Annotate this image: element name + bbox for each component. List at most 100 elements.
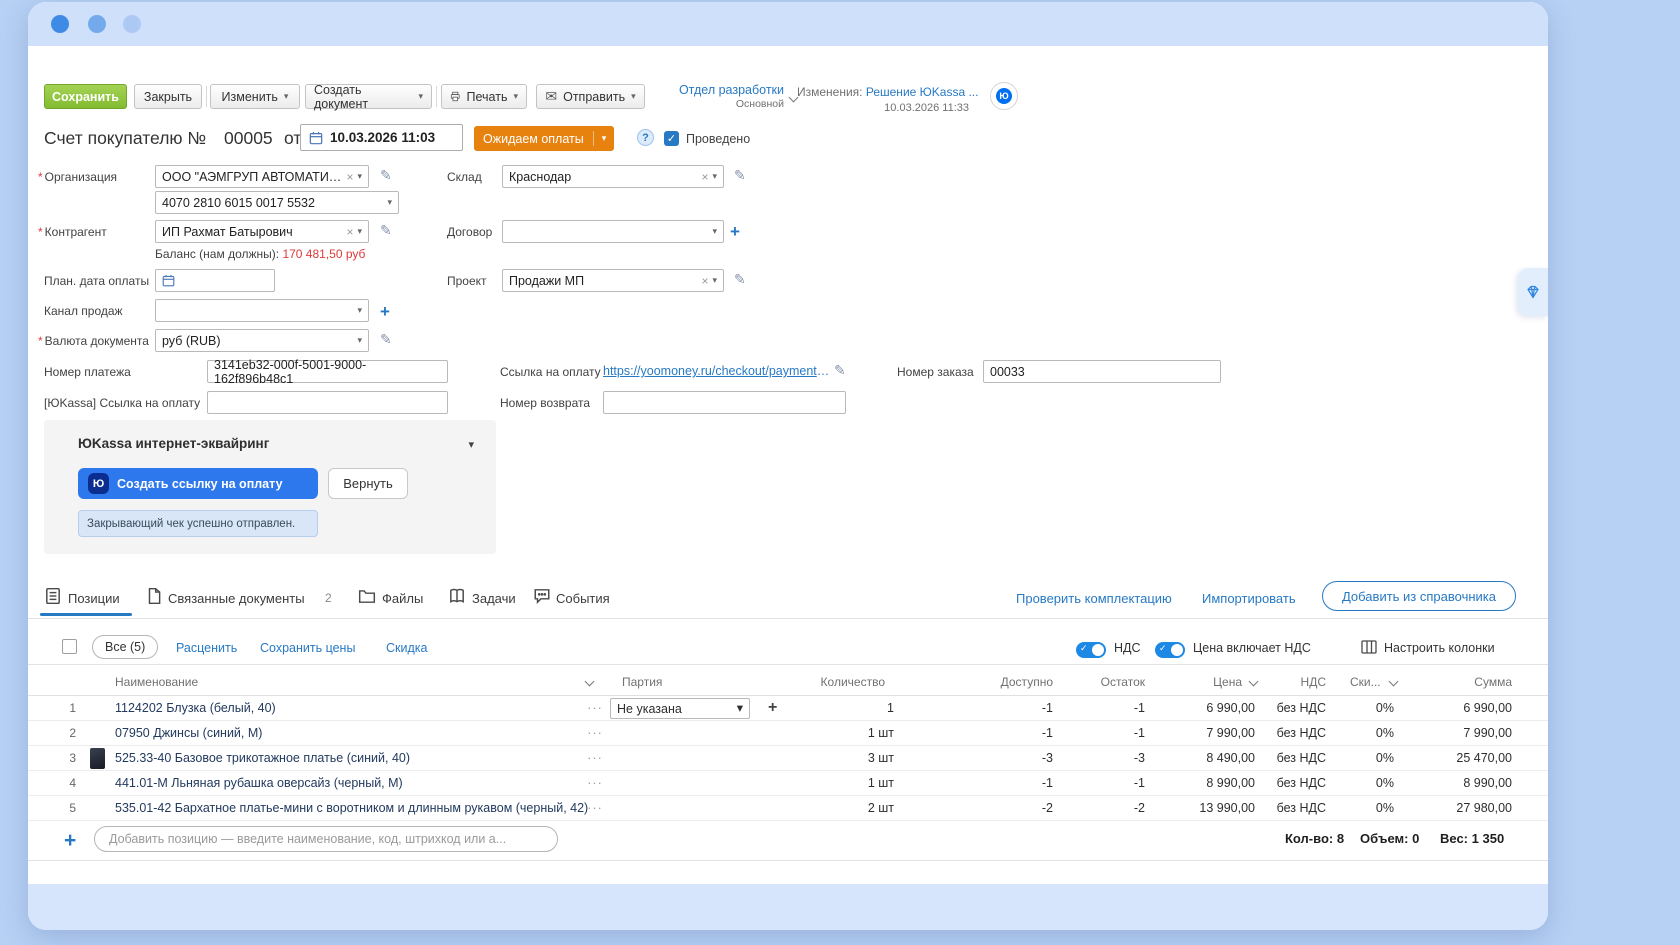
sort-chevron-icon[interactable] <box>1388 676 1399 687</box>
pencil-icon[interactable]: ✎ <box>380 167 392 184</box>
table-row[interactable]: 3 525.33-40 Базовое трикотажное платье (… <box>28 746 1548 771</box>
tab-linked-documents[interactable]: Связанные документы <box>168 591 305 606</box>
sales-channel-select[interactable]: ▾ <box>155 299 369 322</box>
row-menu-button[interactable]: ··· <box>580 751 610 765</box>
save-button[interactable]: Сохранить <box>44 84 127 109</box>
add-batch-button[interactable]: + <box>768 699 777 717</box>
column-quantity[interactable]: Количество <box>785 675 885 689</box>
vat-toggle[interactable]: ✓ <box>1076 642 1106 658</box>
discount-link[interactable]: Скидка <box>386 641 427 655</box>
column-batch[interactable]: Партия <box>622 675 662 689</box>
row-menu-button[interactable]: ··· <box>580 726 610 740</box>
caret-down-icon[interactable]: ▾ <box>712 172 717 181</box>
clear-icon[interactable]: × <box>701 170 708 184</box>
cell-discount[interactable]: 0% <box>1334 726 1394 740</box>
row-name-link[interactable]: 525.33-40 Базовое трикотажное платье (си… <box>115 751 410 765</box>
add-position-input[interactable] <box>94 826 558 852</box>
reprice-link[interactable]: Расценить <box>176 641 237 655</box>
row-menu-button[interactable]: ··· <box>580 776 610 790</box>
table-row[interactable]: 2 07950 Джинсы (синий, М) ··· 1 шт -1 -1… <box>28 721 1548 746</box>
department-link[interactable]: Отдел разработки <box>678 83 784 97</box>
yookassa-link-input[interactable] <box>207 391 448 414</box>
save-prices-link[interactable]: Сохранить цены <box>260 641 355 655</box>
pencil-icon[interactable]: ✎ <box>734 271 746 288</box>
currency-select[interactable]: руб (RUB) ▾ <box>155 329 369 352</box>
pencil-icon[interactable]: ✎ <box>734 167 746 184</box>
sort-chevron-icon[interactable] <box>584 676 595 687</box>
cell-discount[interactable]: 0% <box>1334 701 1394 715</box>
product-thumbnail[interactable] <box>90 748 105 769</box>
cell-vat[interactable]: без НДС <box>1236 776 1326 790</box>
contract-select[interactable]: ▾ <box>502 220 724 243</box>
add-position-button[interactable]: + <box>64 830 76 851</box>
column-available[interactable]: Доступно <box>953 675 1053 689</box>
create-document-button[interactable]: Создать документ ▾ <box>305 83 432 111</box>
add-from-catalog-button[interactable]: Добавить из справочника <box>1322 581 1516 611</box>
tab-tasks[interactable]: Задачи <box>472 591 516 606</box>
plan-date-input[interactable] <box>155 269 275 292</box>
row-name-link[interactable]: 1124202 Блузка (белый, 40) <box>115 701 276 715</box>
table-row[interactable]: 4 441.01-М Льняная рубашка оверсайз (чер… <box>28 771 1548 796</box>
caret-down-icon[interactable]: ▾ <box>387 198 392 207</box>
row-name-link[interactable]: 07950 Джинсы (синий, М) <box>115 726 262 740</box>
row-name-link[interactable]: 441.01-М Льняная рубашка оверсайз (черны… <box>115 776 403 790</box>
clear-icon[interactable]: × <box>346 170 353 184</box>
add-channel-button[interactable]: + <box>380 303 390 320</box>
cell-quantity[interactable]: 3 шт <box>794 751 894 765</box>
price-includes-vat-toggle[interactable]: ✓ <box>1155 642 1185 658</box>
account-select[interactable]: 4070 2810 6015 0017 5532 ▾ <box>155 191 399 214</box>
refund-button[interactable]: Вернуть <box>328 468 408 499</box>
status-badge[interactable]: Ожидаем оплаты ▾ <box>474 126 615 151</box>
clear-icon[interactable]: × <box>346 225 353 239</box>
caret-down-icon[interactable]: ▾ <box>357 306 362 315</box>
row-menu-button[interactable]: ··· <box>580 801 610 815</box>
add-contract-button[interactable]: + <box>730 223 740 240</box>
row-name-link[interactable]: 535.01-42 Бархатное платье-мини с воротн… <box>115 801 588 815</box>
column-discount[interactable]: Ски... <box>1350 675 1381 689</box>
column-price[interactable]: Цена <box>1142 675 1242 689</box>
cell-quantity[interactable]: 1 шт <box>794 726 894 740</box>
order-number-input[interactable]: 00033 <box>983 360 1221 383</box>
pencil-icon[interactable]: ✎ <box>380 222 392 239</box>
widget-side-tab[interactable] <box>1518 268 1548 316</box>
document-date-input[interactable]: 10.03.2026 11:03 <box>300 124 463 151</box>
project-select[interactable]: Продажи МП × ▾ <box>502 269 724 292</box>
cell-discount[interactable]: 0% <box>1334 801 1394 815</box>
tab-events[interactable]: События <box>556 591 610 606</box>
changes-link[interactable]: Решение ЮKassa ... <box>866 85 979 99</box>
import-link[interactable]: Импортировать <box>1202 591 1296 606</box>
caret-down-icon[interactable]: ▾ <box>712 276 717 285</box>
pencil-icon[interactable]: ✎ <box>834 362 846 379</box>
cell-vat[interactable]: без НДС <box>1236 701 1326 715</box>
cell-vat[interactable]: без НДС <box>1236 801 1326 815</box>
send-button[interactable]: ✉ Отправить ▾ <box>536 84 645 109</box>
collapse-icon[interactable]: ▾ <box>468 440 474 451</box>
warehouse-select[interactable]: Краснодар × ▾ <box>502 165 724 188</box>
window-dot-2[interactable] <box>88 15 106 33</box>
caret-down-icon[interactable]: ▾ <box>712 227 717 236</box>
window-dot-3[interactable] <box>123 15 141 33</box>
posted-checkbox[interactable]: ✓ <box>664 131 679 146</box>
tab-files[interactable]: Файлы <box>382 591 423 606</box>
payment-number-input[interactable]: 3141eb32-000f-5001-9000-162f896b48c1 <box>207 358 448 386</box>
window-dot-1[interactable] <box>51 15 69 33</box>
print-button[interactable]: Печать ▾ <box>441 84 527 109</box>
cell-quantity[interactable]: 1 <box>794 701 894 715</box>
tab-positions[interactable]: Позиции <box>68 591 120 606</box>
filter-all-chip[interactable]: Все (5) <box>92 635 159 659</box>
row-menu-button[interactable]: ··· <box>580 701 610 715</box>
help-icon[interactable]: ? <box>637 129 654 146</box>
create-payment-link-button[interactable]: Ю Создать ссылку на оплату <box>78 468 318 499</box>
clear-icon[interactable]: × <box>701 274 708 288</box>
caret-down-icon[interactable]: ▾ <box>357 172 362 181</box>
refund-number-input[interactable] <box>603 391 846 414</box>
column-name[interactable]: Наименование <box>115 675 198 689</box>
contragent-select[interactable]: ИП Рахмат Батырович × ▾ <box>155 220 369 243</box>
table-row[interactable]: 5 535.01-42 Бархатное платье-мини с воро… <box>28 796 1548 821</box>
configure-columns-button[interactable]: Настроить колонки <box>1384 641 1495 655</box>
cell-vat[interactable]: без НДС <box>1236 726 1326 740</box>
caret-down-icon[interactable]: ▾ <box>357 336 362 345</box>
cell-discount[interactable]: 0% <box>1334 776 1394 790</box>
column-vat[interactable]: НДС <box>1246 675 1326 689</box>
edit-button[interactable]: Изменить ▾ <box>210 84 300 109</box>
